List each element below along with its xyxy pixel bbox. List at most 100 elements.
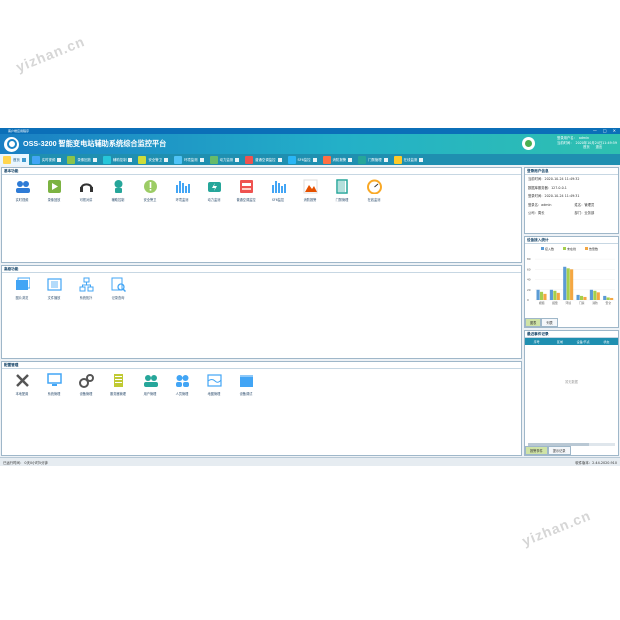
tab-module-11[interactable]: 在线监测 — [391, 154, 427, 165]
function-basic-8[interactable]: SF6监控 — [262, 179, 294, 202]
x-tick-label: 视频 — [539, 301, 545, 305]
function-advanced-3[interactable]: 记录查询 — [102, 277, 134, 300]
tab-close-icon[interactable] — [277, 157, 282, 162]
function-basic-2[interactable]: 可视对讲 — [70, 179, 102, 202]
function-config-5[interactable]: 人员管理 — [166, 373, 198, 396]
function-label: SF6监控 — [271, 198, 285, 202]
tab-close-icon[interactable] — [312, 157, 317, 162]
function-config-0[interactable]: 本地配置 — [6, 373, 38, 396]
tab-alarm-events[interactable]: 报警事件 — [525, 446, 548, 455]
function-config-2[interactable]: 设备管理 — [70, 373, 102, 396]
legend-swatch-2 — [585, 247, 588, 250]
tab-module-3[interactable]: 辅助控制 — [100, 154, 136, 165]
function-advanced-1[interactable]: 文件播放 — [38, 277, 70, 300]
tab-close-icon[interactable] — [235, 157, 240, 162]
login-user: 登录名：admin — [528, 202, 552, 207]
tab-close-icon[interactable] — [348, 157, 353, 162]
tab-module-8[interactable]: SF6监控 — [285, 154, 320, 165]
function-basic-6[interactable]: 动力监测 — [198, 179, 230, 202]
function-basic-0[interactable]: 实时视频 — [6, 179, 38, 202]
function-basic-9[interactable]: 消防报警 — [294, 179, 326, 202]
function-config-4[interactable]: 用户管理 — [134, 373, 166, 396]
function-config-3[interactable]: 服务器管理 — [102, 373, 134, 396]
app-title: OSS-3200 智能变电站辅助系统综合监控平台 — [23, 139, 167, 148]
map-icon — [206, 373, 222, 388]
function-config-6[interactable]: 地图管理 — [198, 373, 230, 396]
company: 公司：周长 — [528, 211, 545, 216]
tab-module-label: 辅助控制 — [112, 158, 127, 162]
monitor-icon — [46, 373, 62, 388]
function-label: 本地配置 — [15, 392, 29, 396]
tab-module-5[interactable]: 环境监测 — [171, 154, 207, 165]
tab-close-icon[interactable] — [57, 157, 62, 162]
function-basic-10[interactable]: 门禁管理 — [326, 179, 358, 202]
function-basic-5[interactable]: 环境监测 — [166, 179, 198, 202]
function-label: 环境监测 — [175, 198, 189, 202]
legend-label-1: 未在线 — [567, 246, 576, 251]
tab-chart[interactable]: 图表 — [525, 318, 542, 327]
tab-module-6[interactable]: 动力监测 — [207, 154, 243, 165]
tab-close-icon[interactable] — [21, 157, 26, 162]
function-basic-11[interactable]: 在线监测 — [358, 179, 390, 202]
tab-close-icon[interactable] — [128, 157, 133, 162]
tab-module-4[interactable]: 安全警卫 — [135, 154, 171, 165]
function-config-7[interactable]: 设备调试 — [230, 373, 262, 396]
tab-module-1[interactable]: 实时视频 — [29, 154, 65, 165]
login-info-title: 登录用户信息 — [525, 168, 618, 175]
device-stats-chart: 接入数 未在线 告警数 80 60 40 20 0 视频 报警 环境 门禁 消防 安全 — [527, 246, 615, 305]
login-info-panel: 登录用户信息 当前时间：2020-10-24 11:49:32 数据库服务器：1… — [524, 167, 619, 234]
tab-module-0[interactable]: 首页 — [0, 154, 29, 165]
function-basic-1[interactable]: 录像回放 — [38, 179, 70, 202]
function-label: 可视对讲 — [79, 198, 93, 202]
tab-module-icon — [138, 155, 147, 164]
function-advanced-0[interactable]: 图片浏览 — [6, 277, 38, 300]
app-logo — [4, 136, 19, 152]
function-basic-3[interactable]: 辅助控制 — [102, 179, 134, 202]
function-basic-7[interactable]: 普通空调监控 — [230, 179, 262, 202]
events-title: 最近事件记录 — [525, 331, 618, 338]
function-label: 实时视频 — [15, 198, 29, 202]
function-label: 服务器管理 — [110, 392, 126, 396]
logout-link[interactable]: 退出 — [596, 145, 603, 150]
x-tick-label: 安全 — [606, 301, 612, 305]
bar-4-2 — [596, 292, 600, 300]
tab-list[interactable]: 列表 — [541, 318, 558, 327]
watermark-bottom: yizhan.cn — [519, 506, 594, 550]
db-server: 数据库服务器：127.0.0.1 — [528, 185, 567, 190]
basic-functions-panel: 基本功能 实时视频 录像回放 可视对讲 辅助控制 安全警卫 环境监测 动力监测 普通空调监控 S… — [1, 167, 522, 263]
function-config-1[interactable]: 系统管理 — [38, 373, 70, 396]
tab-module-icon — [67, 155, 76, 164]
function-label: 录像回放 — [47, 198, 61, 202]
home-link[interactable]: 首页 — [583, 145, 590, 150]
bar-1-1 — [553, 290, 557, 300]
users-icon — [143, 373, 158, 388]
gears-icon — [78, 373, 94, 388]
module-tabbar: 首页 实时视频 录像回放 辅助控制 安全警卫 环境监测 动力监测 普通空调监控 SF6监控 消防报… — [0, 154, 620, 165]
y-tick-label: 60 — [527, 267, 531, 271]
tab-close-icon[interactable] — [383, 157, 388, 162]
function-basic-4[interactable]: 安全警卫 — [134, 179, 166, 202]
device-stats-panel: 设备接入统计 接入数 未在线 告警数 80 60 40 20 0 视频 报警 环境 门禁 消防 安全 图表… — [524, 236, 619, 328]
tab-close-icon[interactable] — [419, 157, 424, 162]
bar-5-1 — [606, 297, 610, 300]
tab-close-icon[interactable] — [164, 157, 169, 162]
watermark-top: yizhan.cn — [13, 32, 88, 76]
tab-module-label: SF6监控 — [297, 158, 311, 162]
device-stats-title: 设备接入统计 — [525, 237, 618, 244]
tab-module-10[interactable]: 门禁管理 — [355, 154, 391, 165]
tab-module-9[interactable]: 消防报警 — [320, 154, 356, 165]
tools-icon — [15, 373, 30, 388]
x-tick-label: 报警 — [552, 301, 558, 305]
tab-close-icon[interactable] — [92, 157, 97, 162]
search-doc-icon — [111, 277, 126, 292]
function-label: 安全警卫 — [143, 198, 157, 202]
tab-module-7[interactable]: 普通空调监控 — [242, 154, 284, 165]
tab-close-icon[interactable] — [199, 157, 204, 162]
alert-icon — [143, 179, 158, 194]
function-advanced-2[interactable]: 系统拓扑 — [70, 277, 102, 300]
tab-module-label: 动力监测 — [219, 158, 234, 162]
bar-5-0 — [603, 295, 607, 300]
tab-module-2[interactable]: 录像回放 — [64, 154, 100, 165]
user-avatar — [522, 137, 535, 150]
tab-tip-records[interactable]: 提示记录 — [547, 446, 571, 455]
